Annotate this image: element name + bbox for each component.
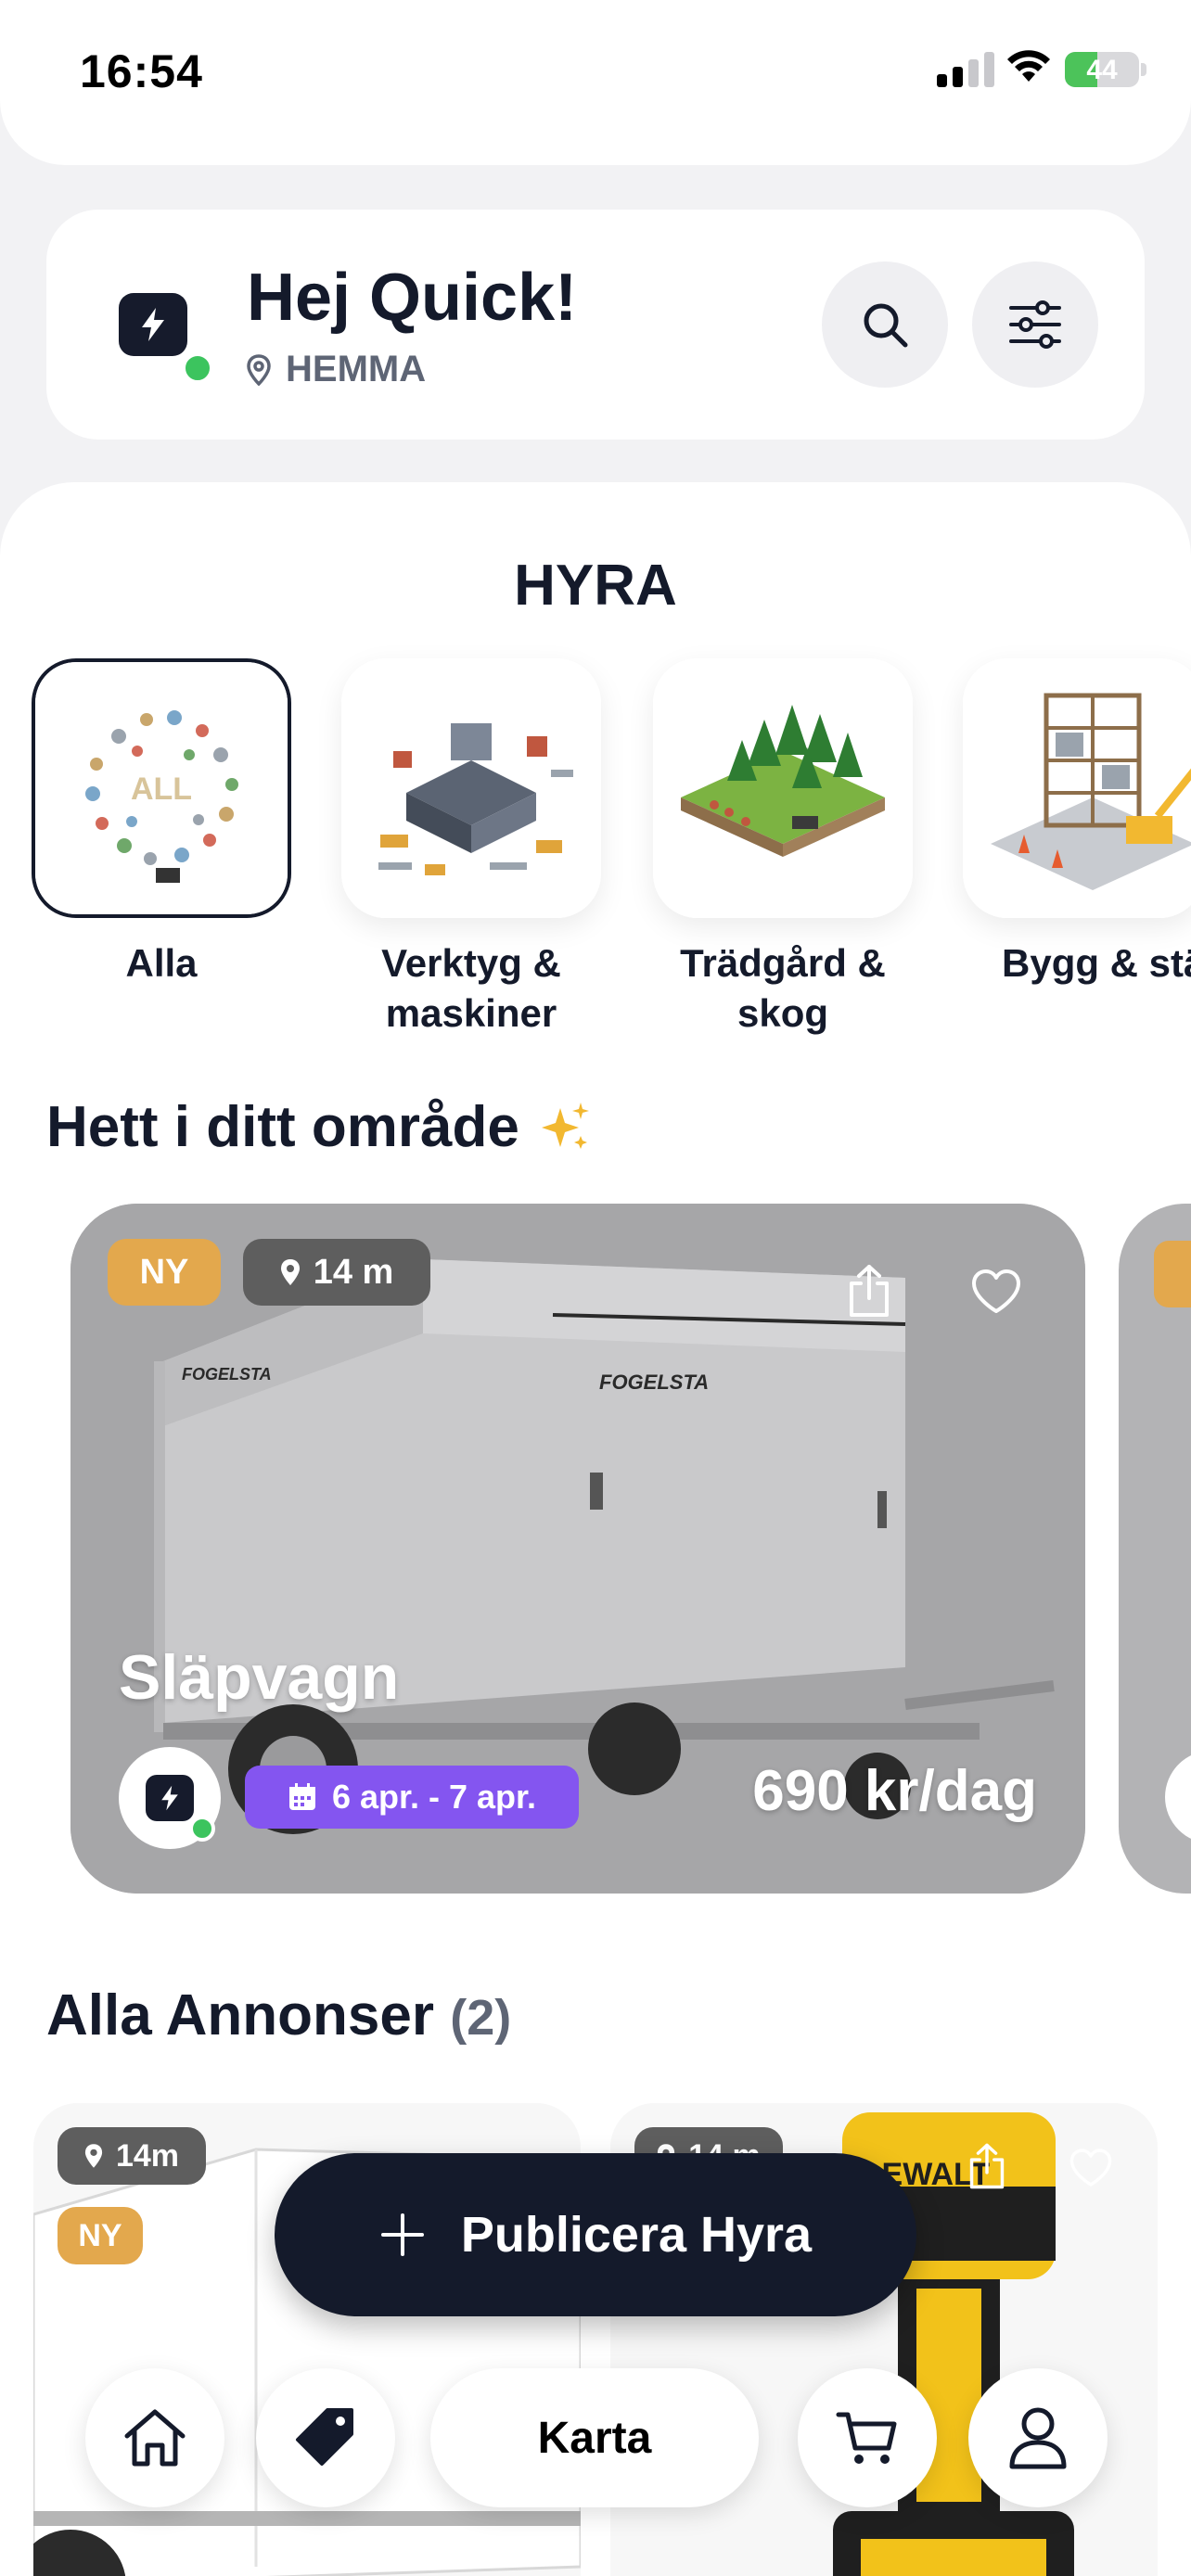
category-label: Bygg & ställning (1002, 941, 1191, 985)
lightning-icon (161, 1785, 178, 1811)
cellular-signal-icon (937, 50, 994, 87)
listing-price: 690 kr/dag (752, 1759, 1037, 1823)
all-listings-title: Alla Annonser (2) (46, 1983, 511, 2048)
nav-offers-button[interactable] (256, 2368, 395, 2507)
distance-text: 14 m (313, 1252, 394, 1292)
next-listing-card[interactable] (1119, 1204, 1191, 1894)
lightning-icon (142, 308, 164, 341)
profile-avatar[interactable] (119, 293, 187, 356)
price-tag-icon (296, 2408, 353, 2466)
location-pin-icon (84, 2144, 103, 2168)
location-pin-icon (280, 1259, 300, 1285)
all-listings-count: (2) (450, 1990, 512, 2046)
garden-forest-icon (653, 658, 913, 918)
category-label: Alla (125, 941, 198, 985)
construction-scaffold-icon (963, 658, 1191, 918)
category-label: Trädgård & skog (680, 941, 886, 1035)
publish-label: Publicera Hyra (460, 2207, 813, 2263)
battery-percent: 44 (1086, 55, 1118, 85)
location-label[interactable]: HEMMA (247, 349, 426, 390)
category-all[interactable]: ALL (32, 658, 291, 918)
search-icon (864, 303, 908, 348)
distance-text: 14m (115, 2137, 180, 2174)
sliders-icon (1009, 300, 1061, 349)
search-button[interactable] (822, 261, 948, 388)
all-categories-icon: ALL (35, 662, 288, 914)
trailer-brand-text: FOGELSTA (599, 1371, 709, 1394)
owner-avatar-badge (146, 1775, 194, 1821)
tools-machines-icon (341, 658, 601, 918)
distance-badge: 14m (58, 2127, 206, 2185)
sparkles-icon (541, 1102, 589, 1149)
category-tools[interactable] (341, 658, 601, 918)
user-icon (1009, 2407, 1067, 2469)
date-text: 6 apr. - 7 apr. (331, 1778, 537, 1816)
trailer-brand-text: FOGELSTA (182, 1365, 272, 1384)
category-garden[interactable] (653, 658, 913, 918)
wifi-icon (1007, 50, 1050, 82)
cart-icon (836, 2412, 897, 2464)
status-time: 16:54 (80, 45, 203, 97)
nav-cart-button[interactable] (798, 2368, 937, 2507)
filter-button[interactable] (972, 261, 1098, 388)
category-label: Verktyg & maskiner (381, 941, 561, 1035)
share-icon[interactable] (846, 1263, 892, 1319)
nav-profile-button[interactable] (968, 2368, 1108, 2507)
calendar-icon (288, 1783, 315, 1810)
next-card-badge (1154, 1241, 1191, 1307)
nav-home-button[interactable] (85, 2368, 224, 2507)
distance-badge: 14 m (243, 1239, 430, 1306)
svg-text:ALL: ALL (131, 772, 192, 807)
greeting-title: Hej Quick! (247, 261, 578, 335)
publish-rental-button[interactable]: Publicera Hyra (275, 2153, 916, 2316)
date-badge: 6 apr. - 7 apr. (245, 1766, 579, 1829)
location-pin-icon (247, 353, 271, 386)
owner-online-dot (189, 1816, 215, 1842)
new-badge: NY (108, 1239, 221, 1306)
location-text: HEMMA (286, 349, 427, 389)
online-status-dot (180, 351, 215, 386)
share-icon[interactable] (967, 2142, 1007, 2190)
battery-icon: 44 (1065, 52, 1139, 87)
heart-icon[interactable] (1069, 2148, 1113, 2188)
plus-icon (380, 2213, 424, 2256)
battery-cap (1141, 63, 1146, 76)
hot-title-text: Hett i ditt område (46, 1095, 519, 1159)
next-card-avatar (1165, 1751, 1191, 1843)
featured-listing-card[interactable]: FOGELSTA FOGELSTA NY 14 m Släpvagn 6 apr… (70, 1204, 1085, 1894)
nav-map-button[interactable]: Karta (430, 2368, 759, 2507)
all-listings-title-text: Alla Annonser (46, 1983, 434, 2047)
hot-section-title: Hett i ditt område (46, 1094, 594, 1160)
listing-title: Släpvagn (119, 1642, 400, 1713)
category-construction[interactable] (963, 658, 1191, 918)
heart-icon[interactable] (970, 1269, 1022, 1315)
new-badge: NY (58, 2207, 143, 2264)
section-title: HYRA (514, 554, 677, 618)
home-icon (124, 2409, 186, 2467)
